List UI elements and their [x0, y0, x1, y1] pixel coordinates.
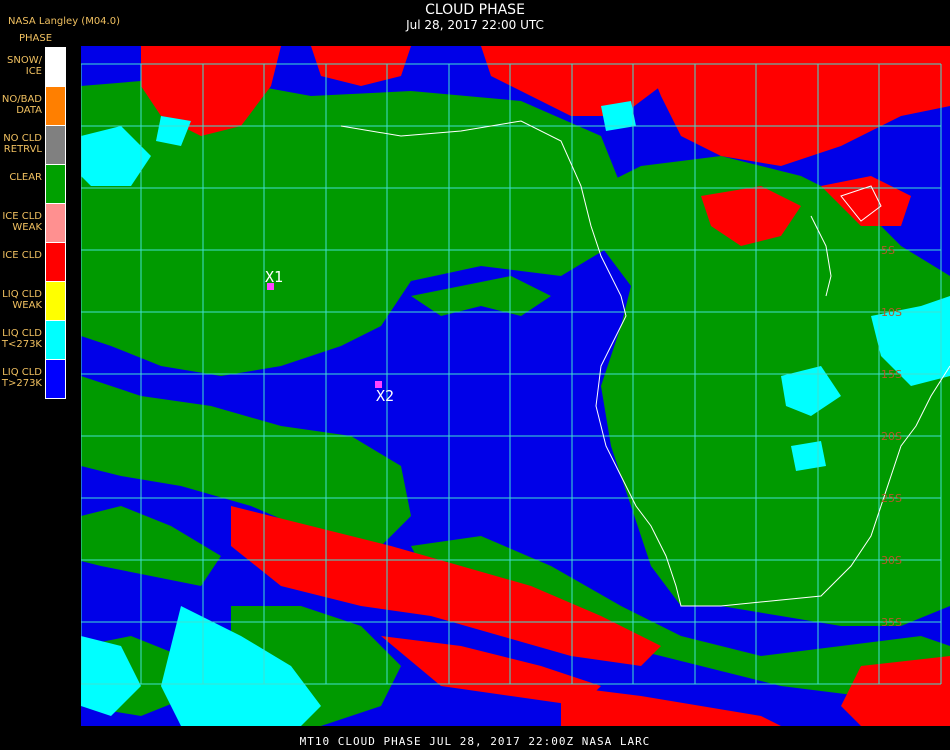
latitude-tick-label: 20S	[881, 430, 902, 443]
satellite-map[interactable]: X1 X2 5S 10S 15S 20S 25S 30S 35S	[81, 46, 950, 726]
legend-item: ICE CLD WEAK	[0, 203, 66, 242]
legend-item-label: LIQ CLD T>273K	[1, 367, 42, 389]
legend-item: CLEAR	[0, 164, 66, 203]
legend-item-label: CLEAR	[9, 172, 42, 183]
legend-swatch	[45, 359, 66, 399]
marker-x1-label: X1	[265, 268, 284, 286]
legend-item: NO/BAD DATA	[0, 86, 66, 125]
legend-item-label: NO/BAD DATA	[1, 94, 42, 116]
legend-item-label: ICE CLD	[2, 250, 42, 261]
map-timestamp: Jul 28, 2017 22:00 UTC	[406, 18, 544, 32]
latitude-tick-label: 25S	[881, 492, 902, 505]
cloud-phase-image	[81, 46, 950, 726]
legend-swatch	[45, 203, 66, 242]
legend-swatch	[45, 281, 66, 320]
legend-item: LIQ CLD WEAK	[0, 281, 66, 320]
legend-swatch	[45, 164, 66, 203]
latitude-tick-label: 5S	[881, 244, 895, 257]
legend-item-label: ICE CLD WEAK	[2, 211, 42, 233]
legend-item-label: LIQ CLD WEAK	[2, 289, 42, 311]
latitude-tick-label: 30S	[881, 554, 902, 567]
org-label: NASA Langley (M04.0)	[8, 16, 120, 27]
legend-swatch	[45, 242, 66, 281]
legend-title: PHASE	[19, 33, 53, 44]
legend-item: LIQ CLD T<273K	[0, 320, 66, 359]
footer-caption: MT10 CLOUD PHASE JUL 28, 2017 22:00Z NAS…	[299, 735, 651, 748]
legend-swatch	[45, 320, 66, 359]
latitude-tick-label: 15S	[881, 368, 902, 381]
legend: SNOW/ ICE NO/BAD DATA NO CLD RETRVL CLEAR IC…	[0, 47, 66, 399]
legend-swatch	[45, 86, 66, 125]
legend-item-label: SNOW/ ICE	[7, 55, 42, 77]
legend-item: LIQ CLD T>273K	[0, 359, 66, 399]
legend-swatch	[45, 47, 66, 86]
legend-item: ICE CLD	[0, 242, 66, 281]
latitude-tick-label: 10S	[881, 306, 902, 319]
legend-item-label: LIQ CLD T<273K	[1, 328, 42, 350]
latitude-tick-label: 35S	[881, 616, 902, 629]
legend-swatch	[45, 125, 66, 164]
legend-item: SNOW/ ICE	[0, 47, 66, 86]
map-title: CLOUD PHASE	[425, 2, 525, 18]
marker-x2-label: X2	[376, 387, 395, 405]
legend-item-label: NO CLD RETRVL	[3, 133, 42, 155]
legend-item: NO CLD RETRVL	[0, 125, 66, 164]
